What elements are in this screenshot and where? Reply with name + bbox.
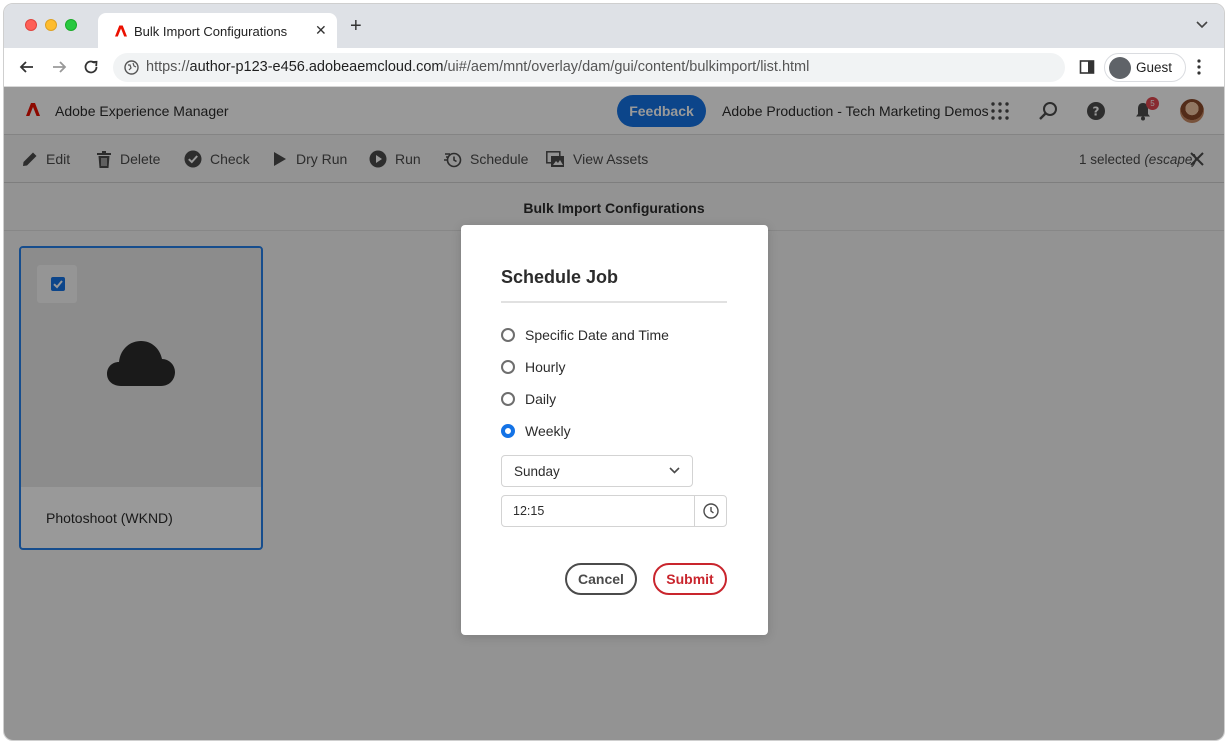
schedule-job-dialog: Schedule Job Specific Date and Time Hour… — [461, 225, 768, 635]
radio-unchecked-icon — [501, 392, 515, 406]
radio-label: Hourly — [525, 359, 566, 375]
radio-checked-icon — [501, 424, 515, 438]
radio-label: Daily — [525, 391, 557, 407]
radio-unchecked-icon — [501, 360, 515, 374]
submit-button[interactable]: Submit — [653, 563, 727, 595]
close-window-button[interactable] — [25, 19, 37, 31]
radio-specific-date-time[interactable]: Specific Date and Time — [501, 325, 669, 345]
address-bar[interactable]: https://author-p123-e456.adobeaemcloud.c… — [113, 53, 1065, 82]
browser-toolbar: https://author-p123-e456.adobeaemcloud.c… — [4, 48, 1224, 87]
side-panel-icon[interactable] — [1079, 59, 1095, 75]
forward-arrow-icon[interactable] — [49, 57, 69, 77]
tab-strip: Bulk Import Configurations ✕ + — [4, 4, 1224, 48]
time-field[interactable]: 12:15 — [501, 495, 727, 527]
tab-close-icon[interactable]: ✕ — [315, 22, 327, 39]
time-picker-button[interactable] — [694, 496, 726, 526]
radio-weekly[interactable]: Weekly — [501, 421, 571, 441]
new-tab-button[interactable]: + — [350, 16, 362, 36]
time-input[interactable]: 12:15 — [513, 504, 544, 518]
clock-icon — [703, 503, 719, 519]
tab-title: Bulk Import Configurations — [134, 24, 288, 39]
guest-avatar-icon — [1109, 57, 1131, 79]
adobe-favicon-icon — [115, 25, 127, 37]
browser-menu-icon[interactable] — [1197, 59, 1201, 75]
dialog-title-divider — [501, 301, 727, 303]
browser-tab[interactable]: Bulk Import Configurations ✕ — [98, 13, 337, 48]
day-of-week-select[interactable]: Sunday — [501, 455, 693, 487]
profile-label: Guest — [1136, 60, 1173, 75]
radio-hourly[interactable]: Hourly — [501, 357, 565, 377]
browser-window: Bulk Import Configurations ✕ + https://a… — [3, 3, 1225, 741]
back-arrow-icon[interactable] — [17, 57, 37, 77]
radio-label: Weekly — [525, 423, 571, 439]
radio-unchecked-icon — [501, 328, 515, 342]
day-of-week-value: Sunday — [514, 464, 560, 479]
profile-button[interactable]: Guest — [1104, 53, 1186, 82]
chevron-down-icon — [669, 467, 680, 474]
reload-icon[interactable] — [81, 57, 101, 77]
radio-label: Specific Date and Time — [525, 327, 669, 343]
radio-daily[interactable]: Daily — [501, 389, 556, 409]
dialog-title: Schedule Job — [501, 267, 619, 287]
site-info-icon[interactable] — [124, 60, 139, 75]
url-text: https://author-p123-e456.adobeaemcloud.c… — [146, 59, 810, 75]
tab-search-chevron-icon[interactable] — [1196, 21, 1208, 29]
maximize-window-button[interactable] — [65, 19, 77, 31]
minimize-window-button[interactable] — [45, 19, 57, 31]
cancel-button[interactable]: Cancel — [565, 563, 637, 595]
